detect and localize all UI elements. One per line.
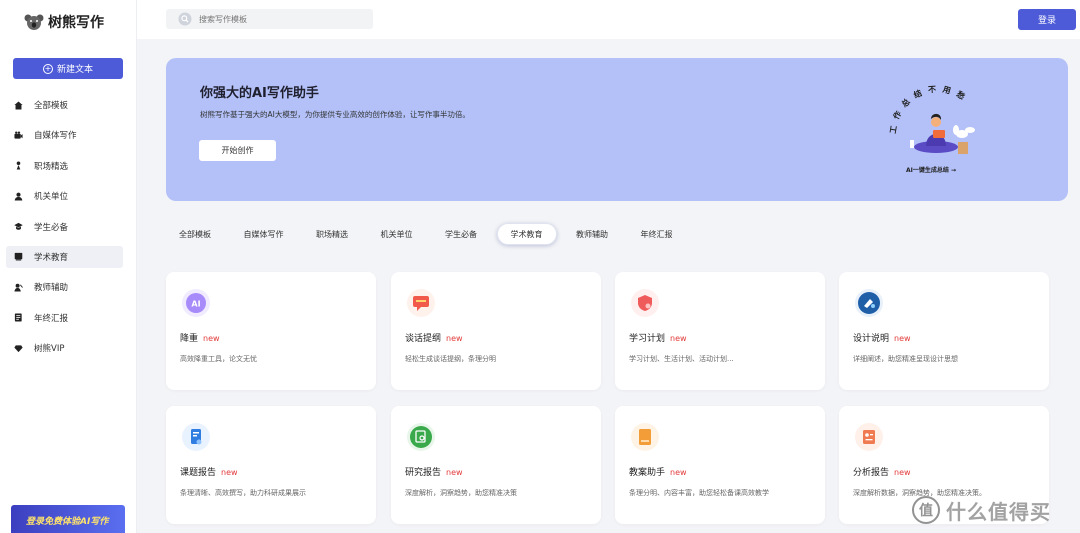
tab-student[interactable]: 学生必备 xyxy=(432,223,490,245)
sidebar-item-vip[interactable]: 树熊VIP xyxy=(6,337,123,359)
card-description: 条理分明、内容丰富，助您轻松备课高效教学 xyxy=(629,489,769,497)
card-description: 详细阐述，助您精准呈现设计思想 xyxy=(853,355,958,363)
card-title: 分析报告 new xyxy=(853,468,911,478)
analysis-icon xyxy=(855,423,883,451)
template-card-lesson-plan[interactable]: 教案助手 new 条理分明、内容丰富，助您轻松备课高效教学 xyxy=(615,406,825,524)
hero-illustration: 工作总结不用愁 xyxy=(889,85,975,154)
card-description: 轻松生成谈话提纲，条理分明 xyxy=(405,355,496,363)
hero-art-caption: AI一键生成总结 → xyxy=(906,167,956,174)
sidebar-item-label: 年终汇报 xyxy=(34,313,69,324)
shield-icon xyxy=(631,289,659,317)
sidebar-item-label: 教师辅助 xyxy=(34,283,69,294)
book-icon xyxy=(14,252,23,261)
hero-title: 你强大的AI写作助手 xyxy=(200,86,319,101)
sidebar-item-label: 全部模板 xyxy=(34,101,69,111)
sidebar-item-label: 学生必备 xyxy=(34,222,69,233)
koala-logo-icon xyxy=(24,14,44,30)
teacher-icon xyxy=(14,283,23,292)
sidebar-item-label: 机关单位 xyxy=(34,192,69,203)
app-logo[interactable]: 树熊写作 xyxy=(24,12,104,32)
card-title: 谈话提纲 new xyxy=(405,334,463,344)
card-description: 深度解析，洞察趋势，助您精准决策 xyxy=(405,489,517,497)
hero-banner: 你强大的AI写作助手 树熊写作基于强大的AI大模型，为你提供专业高效的创作体验，… xyxy=(166,58,1068,201)
hero-subtitle: 树熊写作基于强大的AI大模型，为你提供专业高效的创作体验，让写作事半功倍。 xyxy=(200,110,470,119)
tab-workplace[interactable]: 职场精选 xyxy=(303,223,361,245)
tab-teacher[interactable]: 教师辅助 xyxy=(563,223,621,245)
template-card-dedup[interactable]: AI 降重 new 高效降重工具，论文无忧 xyxy=(166,272,376,390)
tie-icon xyxy=(14,161,23,170)
card-title: 降重 new xyxy=(180,334,220,344)
tab-year-end[interactable]: 年终汇报 xyxy=(628,223,686,245)
card-title: 学习计划 new xyxy=(629,334,687,344)
person-icon xyxy=(14,192,23,201)
login-button[interactable]: 登录 xyxy=(1018,9,1076,30)
card-description: 条理清晰、高效撰写，助力科研成果展示 xyxy=(180,489,306,497)
template-card-design-notes[interactable]: 设计说明 new 详细阐述，助您精准呈现设计思想 xyxy=(839,272,1049,390)
tab-self-media[interactable]: 自媒体写作 xyxy=(231,223,297,245)
card-description: 高效降重工具，论文无忧 xyxy=(180,355,257,363)
template-card-research-report[interactable]: 研究报告 new 深度解析，洞察趋势，助您精准决策 xyxy=(391,406,601,524)
start-creating-button[interactable]: 开始创作 xyxy=(199,140,276,161)
card-title: 研究报告 new xyxy=(405,468,463,478)
tab-academic[interactable]: 学术教育 xyxy=(496,223,557,245)
tab-all-templates[interactable]: 全部模板 xyxy=(166,223,224,245)
app-name: 树熊写作 xyxy=(48,15,104,31)
search-box[interactable] xyxy=(166,9,373,29)
template-card-study-plan[interactable]: 学习计划 new 学习计划、生活计划、活动计划... xyxy=(615,272,825,390)
sidebar-item-year-end[interactable]: 年终汇报 xyxy=(6,307,123,329)
sidebar-item-label: 树熊VIP xyxy=(34,344,65,355)
template-card-talk-outline[interactable]: 谈话提纲 new 轻松生成谈话提纲，条理分明 xyxy=(391,272,601,390)
camera-icon xyxy=(14,131,23,140)
home-icon xyxy=(14,100,23,110)
hero-art-text: 工作总结不用愁 xyxy=(889,85,972,135)
search-input[interactable] xyxy=(199,14,359,24)
category-tabs: 全部模板 自媒体写作 职场精选 机关单位 学生必备 学术教育 教师辅助 年终汇报 xyxy=(166,223,692,245)
watermark-text: 什么值得买 xyxy=(946,499,1051,524)
card-title: 课题报告 new xyxy=(180,468,238,478)
sidebar-item-label: 自媒体写作 xyxy=(34,131,77,142)
plus-icon: + xyxy=(42,63,53,74)
promo-banner[interactable]: 登录免费体验AI写作 xyxy=(11,505,125,533)
sidebar-item-government[interactable]: 机关单位 xyxy=(6,185,123,207)
design-icon xyxy=(855,289,883,317)
sidebar-item-label: 学术教育 xyxy=(34,252,69,263)
sidebar: 树熊写作 + 新建文本 全部模板 自媒体写作 职场精选 机关单位 学生必备 学术… xyxy=(0,0,137,533)
ai-icon: AI xyxy=(182,289,210,317)
card-description: 学习计划、生活计划、活动计划... xyxy=(629,355,734,363)
sidebar-item-student[interactable]: 学生必备 xyxy=(6,216,123,238)
site-watermark: 值 什么值得买 xyxy=(912,490,1080,530)
top-bar: 登录 xyxy=(137,0,1080,39)
graduation-cap-icon xyxy=(14,222,23,231)
tab-government[interactable]: 机关单位 xyxy=(368,223,426,245)
template-card-project-report[interactable]: 课题报告 new 条理清晰、高效撰写，助力科研成果展示 xyxy=(166,406,376,524)
card-title: 教案助手 new xyxy=(629,468,687,478)
research-icon xyxy=(407,423,435,451)
watermark-logo-icon: 值 xyxy=(912,496,940,524)
svg-text:AI: AI xyxy=(191,300,200,309)
card-title: 设计说明 new xyxy=(853,334,911,344)
sidebar-item-teacher[interactable]: 教师辅助 xyxy=(6,276,123,298)
sidebar-item-all-templates[interactable]: 全部模板 xyxy=(6,94,123,116)
notebook-icon xyxy=(631,423,659,451)
sidebar-item-label: 职场精选 xyxy=(34,161,69,172)
report-icon xyxy=(14,313,23,322)
new-text-button[interactable]: + 新建文本 xyxy=(13,58,123,79)
diamond-icon xyxy=(14,344,23,353)
document-icon xyxy=(182,423,210,451)
sidebar-item-self-media[interactable]: 自媒体写作 xyxy=(6,124,123,146)
sidebar-nav: 全部模板 自媒体写作 职场精选 机关单位 学生必备 学术教育 教师辅助 年终汇报… xyxy=(0,94,137,368)
sidebar-item-academic[interactable]: 学术教育 xyxy=(6,245,123,268)
new-text-label: 新建文本 xyxy=(56,65,93,75)
search-icon xyxy=(178,12,192,26)
chat-icon xyxy=(407,289,435,317)
sidebar-item-workplace[interactable]: 职场精选 xyxy=(6,155,123,177)
